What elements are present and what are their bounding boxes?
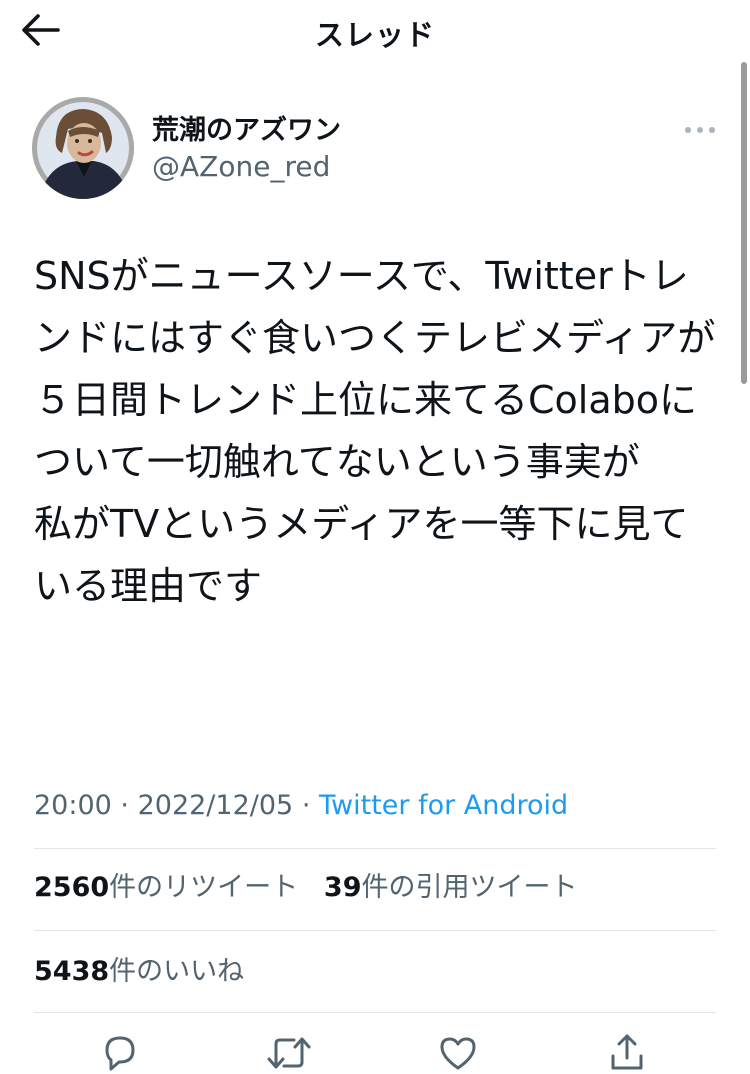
user-avatar — [32, 97, 134, 199]
more-horizontal-icon — [685, 127, 715, 133]
retweet-button[interactable] — [265, 1032, 313, 1072]
author-handle[interactable]: @AZone_red — [152, 149, 330, 185]
quotes-count: 39 — [323, 872, 362, 903]
top-bar: スレッド — [0, 0, 750, 58]
scrollbar[interactable] — [738, 62, 750, 397]
like-button[interactable] — [434, 1032, 482, 1072]
share-stats-row: 2560件のリツイート 39件の引用ツイート — [34, 869, 577, 907]
retweets-stat[interactable]: 2560件のリツイート — [34, 872, 298, 903]
quotes-label: 件の引用ツイート — [361, 872, 578, 903]
tweet-actions — [0, 1026, 750, 1072]
tweet-time: 20:00 — [34, 790, 112, 821]
more-options-button[interactable] — [678, 116, 722, 144]
quotes-stat[interactable]: 39件の引用ツイート — [324, 872, 578, 903]
heart-icon — [440, 1037, 476, 1070]
divider — [34, 848, 716, 849]
share-button[interactable] — [603, 1032, 651, 1072]
reply-icon — [105, 1036, 135, 1071]
divider — [34, 930, 716, 931]
retweets-count: 2560 — [34, 872, 110, 903]
page-title: スレッド — [314, 18, 435, 52]
avatar[interactable] — [32, 97, 134, 199]
divider — [34, 1012, 716, 1013]
retweet-icon — [267, 1037, 311, 1069]
tweet-source-link[interactable]: Twitter for Android — [319, 790, 568, 821]
scrollbar-thumb[interactable] — [741, 62, 747, 384]
likes-stat[interactable]: 5438件のいいね — [34, 956, 244, 987]
tweet-text: SNSがニュースソースで、Twitterトレンドにはすぐ食いつくテレビメディアが… — [34, 254, 716, 608]
meta-separator: · — [301, 790, 311, 821]
reply-button[interactable] — [96, 1032, 144, 1072]
likes-label: 件のいいね — [109, 956, 245, 987]
share-icon — [611, 1034, 643, 1070]
tweet-date: 2022/12/05 — [137, 790, 294, 821]
tweet-meta: 20:00 · 2022/12/05 · Twitter for Android — [34, 787, 568, 825]
meta-separator: · — [120, 790, 129, 821]
retweets-label: 件のリツイート — [109, 872, 299, 903]
likes-stats-row: 5438件のいいね — [34, 953, 244, 991]
author-name[interactable]: 荒潮のアズワン — [152, 114, 341, 148]
likes-count: 5438 — [34, 956, 110, 987]
